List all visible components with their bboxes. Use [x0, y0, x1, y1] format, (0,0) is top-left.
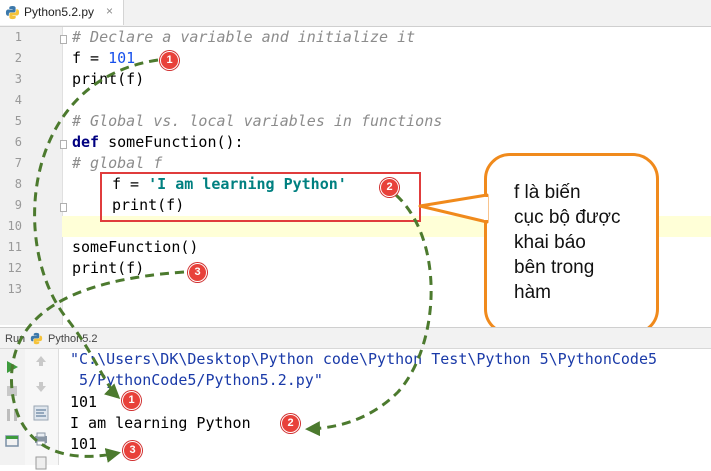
line-number: 9 [14, 198, 22, 212]
clear-icon[interactable] [33, 455, 49, 471]
line-number: 7 [14, 156, 22, 170]
code-line-3: print(f) [72, 70, 145, 88]
code-line-7: # global f [72, 154, 163, 172]
line-number: 13 [7, 282, 22, 296]
explanation-callout: f là biến cục bộ được khai báo bên trong… [484, 153, 659, 335]
python-file-icon [5, 5, 20, 20]
restore-layout-icon[interactable] [4, 433, 20, 449]
console-badge-3: 3 [123, 441, 142, 460]
close-icon[interactable]: × [106, 4, 113, 18]
line-number-gutter: 1 2 3 4 5 6 7 8 9 10 11 12 13 [0, 27, 63, 325]
run-toolbar-secondary [25, 349, 59, 470]
line-number: 12 [7, 261, 22, 275]
pause-icon[interactable] [4, 407, 20, 423]
callout-line: bên trong [514, 257, 595, 278]
python-run-config-icon [30, 332, 43, 345]
run-panel-header: Run Python5.2 [0, 327, 711, 349]
fold-icon[interactable] [60, 140, 67, 149]
step-badge-1: 1 [160, 51, 179, 70]
soft-wrap-icon[interactable] [33, 405, 49, 421]
keyword: def [72, 133, 100, 151]
step-badge-2: 2 [380, 178, 399, 197]
code-line-1: # Declare a variable and initialize it [72, 28, 416, 46]
run-label: Run [5, 333, 26, 345]
code-line-12: print(f) [72, 259, 145, 277]
rerun-icon[interactable] [4, 359, 20, 375]
code-token: f = [72, 49, 109, 67]
console-output-3: 101 [70, 435, 98, 453]
run-toolbar [0, 349, 26, 465]
callout-line: f là biến [514, 182, 581, 203]
callout-text: f là biến cục bộ được khai báo bên trong… [514, 180, 621, 305]
code-line-5: # Global vs. local variables in function… [72, 112, 443, 130]
step-badge-3: 3 [188, 263, 207, 282]
line-number: 3 [14, 72, 22, 86]
console-path-line-2: 5/PythonCode5/Python5.2.py" [70, 371, 323, 389]
console-output-2: I am learning Python [70, 414, 251, 432]
fold-icon[interactable] [60, 203, 67, 212]
line-number: 10 [7, 219, 22, 233]
code-line-2: f = 101 [72, 48, 135, 69]
code-token: someFunction(): [99, 133, 244, 151]
line-number: 8 [14, 177, 22, 191]
console-path-line-1: "C:\Users\DK\Desktop\Python code\Python … [70, 350, 657, 368]
code-line-11: someFunction() [72, 238, 199, 256]
line-number: 6 [14, 135, 22, 149]
console-badge-1: 1 [122, 391, 141, 410]
line-number: 5 [14, 114, 22, 128]
line-number: 2 [14, 51, 22, 65]
line-number: 4 [14, 93, 22, 107]
local-scope-highlight-box [100, 172, 421, 222]
line-number: 1 [14, 30, 22, 44]
number-literal: 101 [108, 49, 136, 67]
line-number: 11 [7, 240, 22, 254]
callout-line: hàm [514, 282, 551, 303]
tab-python5-2[interactable]: Python5.2.py × [0, 0, 124, 25]
tab-label: Python5.2.py [24, 5, 95, 19]
stop-icon[interactable] [4, 383, 20, 399]
print-icon[interactable] [33, 431, 49, 447]
scroll-up-icon[interactable] [33, 353, 49, 369]
callout-line: cục bộ được [514, 207, 621, 228]
run-config-name: Python5.2 [48, 333, 98, 345]
callout-line: khai báo [514, 232, 586, 253]
console-output-1: 101 [70, 393, 98, 411]
scroll-down-icon[interactable] [33, 379, 49, 395]
console-badge-2: 2 [281, 414, 300, 433]
fold-icon[interactable] [60, 35, 67, 44]
editor-tab-bar: Python5.2.py × [0, 0, 711, 27]
code-line-6: def someFunction(): [72, 132, 244, 153]
